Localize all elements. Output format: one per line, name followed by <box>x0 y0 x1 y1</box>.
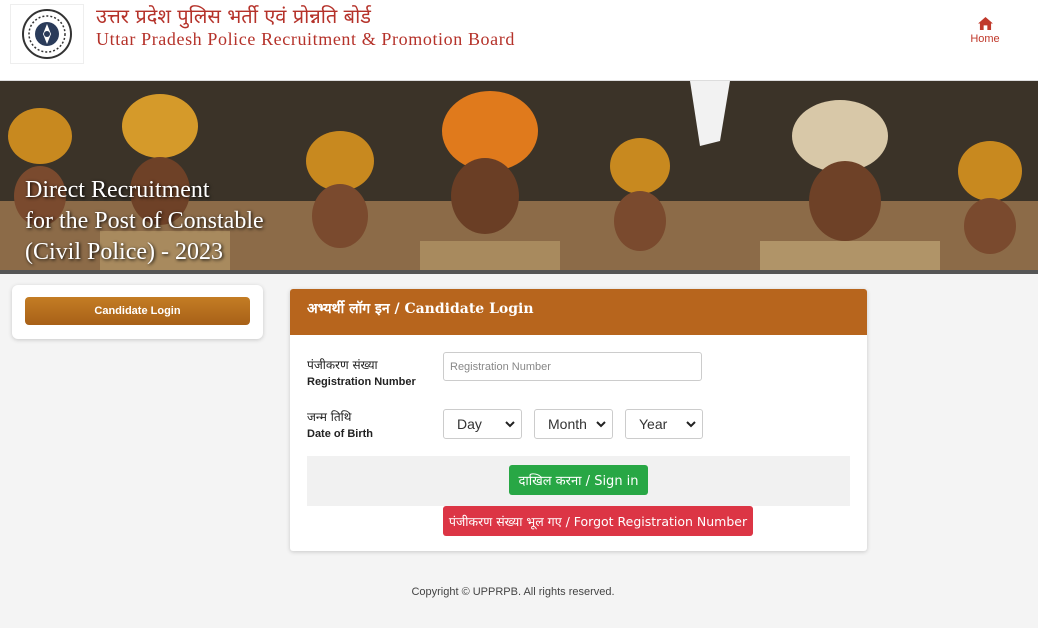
registration-number-input[interactable] <box>443 352 702 381</box>
month-select-value: Month <box>548 416 587 432</box>
banner-line-2: for the Post of Constable <box>25 208 264 234</box>
dob-label-english: Date of Birth <box>307 428 373 440</box>
year-select-value: Year <box>639 416 668 432</box>
login-panel: अभ्यर्थी लॉग इन / Candidate Login पंजीकर… <box>290 289 867 551</box>
day-select[interactable]: Day <box>443 409 522 439</box>
site-header: उत्तर प्रदेश पुलिस भर्ती एवं प्रोन्नति ब… <box>0 0 1038 81</box>
banner-caption: Direct Recruitment for the Post of Const… <box>25 175 264 268</box>
chevron-down-icon <box>686 421 696 428</box>
year-select[interactable]: Year <box>625 409 703 439</box>
banner-line-1: Direct Recruitment <box>25 177 210 203</box>
hero-banner: Direct Recruitment for the Post of Const… <box>0 81 1038 271</box>
month-select[interactable]: Month <box>534 409 613 439</box>
login-heading: अभ्यर्थी लॉग इन / Candidate Login <box>290 289 867 335</box>
home-link[interactable]: Home <box>962 17 1008 45</box>
forgot-registration-button[interactable]: पंजीकरण संख्या भूल गए / Forgot Registrat… <box>443 506 753 536</box>
sidebar-card: Candidate Login <box>12 285 263 339</box>
chevron-down-icon <box>505 421 515 428</box>
day-select-value: Day <box>457 416 482 432</box>
home-label: Home <box>970 33 1000 45</box>
candidate-login-button[interactable]: Candidate Login <box>25 297 250 325</box>
dob-label-hindi: जन्म तिथि <box>307 410 352 424</box>
home-icon <box>977 17 993 30</box>
registration-label-english: Registration Number <box>307 376 416 388</box>
board-title-english: Uttar Pradesh Police Recruitment & Promo… <box>96 29 515 49</box>
board-title-hindi: उत्तर प्रदेश पुलिस भर्ती एवं प्रोन्नति ब… <box>96 4 371 28</box>
banner-line-3: (Civil Police) - 2023 <box>25 239 223 265</box>
registration-label-hindi: पंजीकरण संख्या <box>307 358 378 372</box>
copyright-text: Copyright © UPPRPB. All rights reserved. <box>411 586 615 598</box>
chevron-down-icon <box>596 421 606 428</box>
sign-in-button[interactable]: दाखिल करना / Sign in <box>509 465 648 495</box>
emblem-logo[interactable] <box>10 4 84 64</box>
banner-divider <box>0 270 1038 274</box>
